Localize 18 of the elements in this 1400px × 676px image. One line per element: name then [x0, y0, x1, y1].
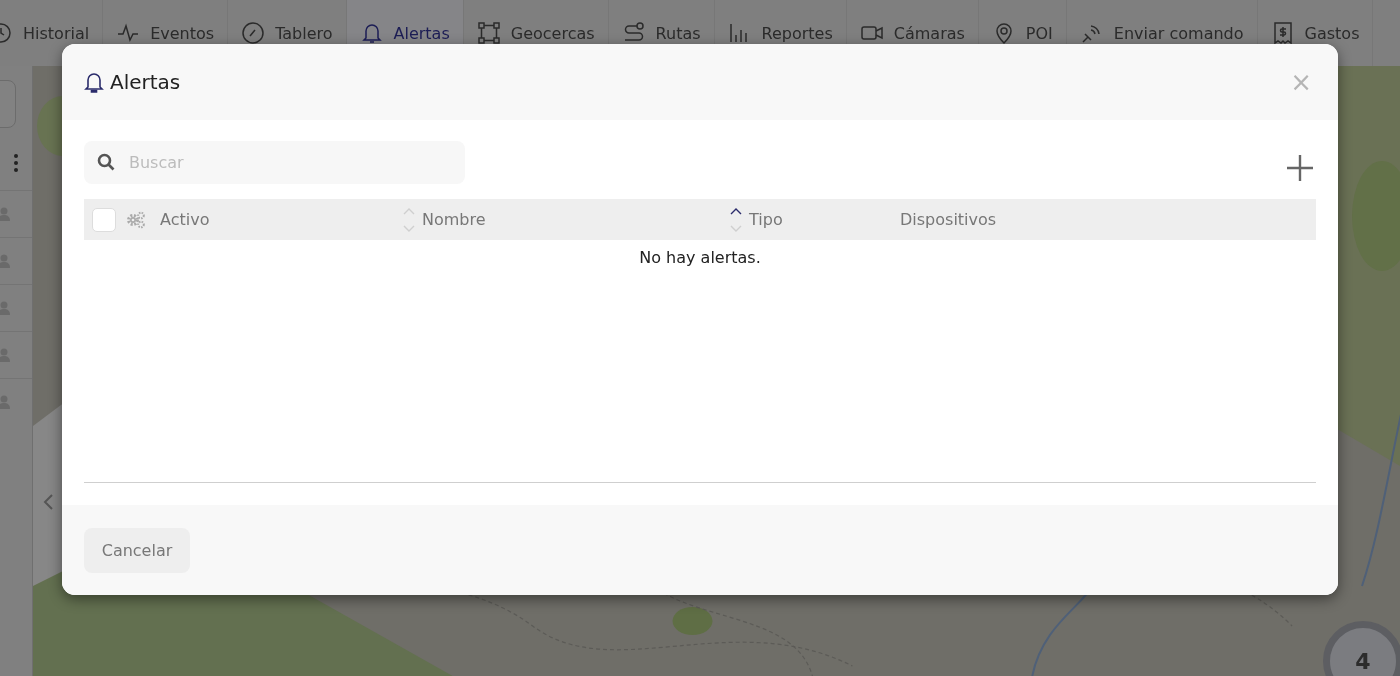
polygon-icon [476, 21, 501, 45]
gauge-icon [241, 21, 266, 45]
close-button[interactable]: × [1286, 69, 1316, 95]
empty-message: No hay alertas. [639, 248, 761, 267]
more-icon[interactable] [14, 154, 18, 172]
search-icon [97, 153, 115, 171]
dialog-title: Alertas [110, 70, 182, 94]
column-header[interactable]: Nombre [422, 210, 486, 229]
gears-icon[interactable] [126, 210, 146, 229]
bell-icon [359, 21, 384, 45]
select-all-checkbox[interactable] [92, 207, 116, 232]
column-header[interactable]: Tipo [749, 210, 783, 229]
search-field[interactable]: Buscar [84, 141, 465, 184]
column-header: Activo [160, 210, 210, 229]
add-button[interactable] [1286, 153, 1316, 183]
column-header: Dispositivos [900, 210, 997, 229]
bell-icon [84, 71, 104, 93]
cancel-button[interactable]: Cancelar [84, 528, 190, 573]
